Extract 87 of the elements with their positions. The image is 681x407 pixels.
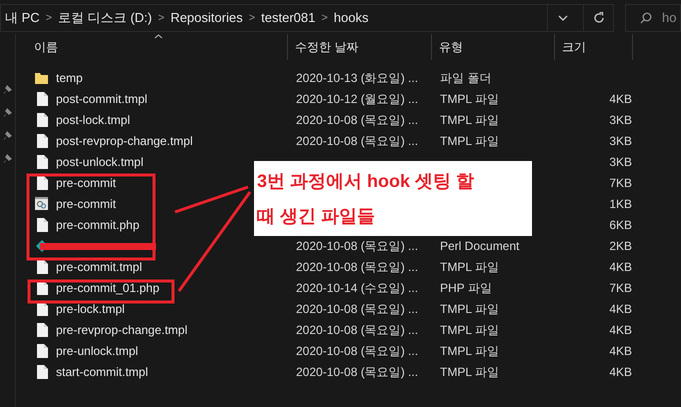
breadcrumb-separator: > [248, 10, 256, 26]
document-icon [37, 322, 48, 336]
file-name: pre-lock.tmpl [56, 302, 125, 316]
date-cell: 2020-10-14 (수요일) ... [296, 280, 418, 294]
file-name: post-lock.tmpl [56, 112, 130, 126]
size-cell-text: 3KB [609, 132, 632, 150]
file-name: post-revprop-change.tmpl [56, 134, 193, 148]
size-cell-text: 7KB [609, 280, 632, 296]
size-cell-text: 4KB [609, 322, 632, 338]
type-cell: TMPL 파일 [440, 322, 499, 336]
size-cell-text: 4KB [609, 90, 632, 108]
document-icon [37, 260, 48, 274]
column-header[interactable]: 수정한 날짜 [288, 34, 432, 60]
pin-icon[interactable] [3, 108, 12, 118]
file-name: pre-commit [56, 176, 116, 190]
file-name: pre-commit [56, 196, 116, 210]
refresh-icon [592, 12, 604, 24]
file-name: pre-commit_01.php [56, 280, 160, 294]
document-icon [37, 176, 48, 190]
column-header[interactable]: 이름 [16, 34, 288, 60]
size-cell-text: 7KB [609, 174, 632, 192]
pin-icon[interactable] [3, 154, 12, 164]
document-icon [37, 92, 48, 106]
type-cell: PHP 파일 [440, 280, 492, 294]
date-cell: 2020-10-08 (목요일) ... [296, 302, 418, 316]
file-name: pre-revprop-change.tmpl [56, 322, 188, 336]
pin-icon[interactable] [3, 131, 12, 141]
folder-icon [35, 72, 48, 84]
size-cell-text: 3KB [609, 112, 632, 128]
size-cell-text: 3KB [609, 154, 632, 170]
type-cell: TMPL 파일 [440, 260, 499, 274]
column-header[interactable]: 유형 [432, 34, 555, 60]
breadcrumb-item[interactable]: tester081 [261, 8, 316, 28]
gears-document-icon [35, 197, 48, 210]
file-name: temp [56, 70, 83, 84]
type-cell: Perl Document [440, 238, 520, 252]
type-cell: TMPL 파일 [440, 302, 499, 316]
date-cell: 2020-10-08 (목요일) ... [296, 112, 418, 126]
breadcrumb-separator: > [46, 10, 52, 26]
date-cell: 2020-10-08 (목요일) ... [296, 260, 418, 274]
size-cell-text: 4KB [609, 342, 632, 360]
size-cell-text: 6KB [609, 216, 632, 234]
file-name: post-commit.tmpl [56, 92, 148, 106]
breadcrumb-separator: > [321, 10, 328, 26]
date-cell: 2020-10-08 (목요일) ... [296, 364, 418, 378]
document-icon [37, 344, 48, 358]
chevron-down-icon [558, 15, 568, 21]
address-bar[interactable]: 내 PC > 로컬 디스크 (D:) > Repositories > tester081 > hooks [0, 4, 614, 32]
type-cell: TMPL 파일 [440, 92, 499, 106]
search-field[interactable]: ho [625, 4, 681, 32]
type-cell: TMPL 파일 [440, 344, 499, 358]
date-cell: 2020-10-13 (화요일) ... [296, 70, 418, 84]
document-icon [37, 218, 48, 232]
breadcrumb-item[interactable]: 로컬 디스크 (D:) [58, 8, 152, 28]
size-cell-text: 4KB [609, 364, 632, 380]
search-icon [640, 12, 652, 24]
size-cell-text: 2KB [609, 238, 632, 254]
search-text: ho [662, 9, 676, 28]
type-cell: TMPL 파일 [440, 364, 499, 378]
file-name: post-unlock.tmpl [56, 154, 144, 168]
file-name: start-commit.tmpl [56, 364, 148, 378]
type-cell: 파일 폴더 [440, 70, 492, 84]
size-cell-text: 4KB [609, 258, 632, 276]
pin-icon[interactable] [3, 85, 12, 95]
column-header[interactable]: 크기 [555, 34, 633, 60]
document-icon [37, 154, 48, 168]
file-name: pre-unlock.tmpl [56, 344, 138, 358]
document-icon [37, 134, 48, 148]
file-name: pre-commit.php [56, 218, 140, 232]
file-name: pre-commit.tmpl [56, 260, 142, 274]
document-icon [37, 112, 48, 126]
callout-text: 3번 과정에서 hook 셋팅 할 [257, 170, 476, 192]
type-cell: TMPL 파일 [440, 112, 499, 126]
date-cell: 2020-10-12 (월요일) ... [296, 92, 418, 106]
date-cell: 2020-10-08 (목요일) ... [296, 322, 418, 336]
date-cell: 2020-10-08 (목요일) ... [296, 134, 418, 148]
callout-text: 때 생긴 파일들 [257, 204, 376, 228]
date-cell: 2020-10-08 (목요일) ... [296, 238, 418, 252]
date-cell: 2020-10-08 (목요일) ... [296, 344, 418, 358]
breadcrumb-item[interactable]: Repositories [170, 8, 243, 28]
breadcrumb-item[interactable]: 내 PC [5, 8, 40, 28]
breadcrumb-item[interactable]: hooks [334, 8, 368, 28]
breadcrumb-separator: > [158, 10, 164, 26]
document-icon [37, 364, 48, 378]
size-cell-text: 4KB [609, 300, 632, 318]
type-cell: TMPL 파일 [440, 134, 499, 148]
size-cell-text: 1KB [609, 196, 632, 212]
